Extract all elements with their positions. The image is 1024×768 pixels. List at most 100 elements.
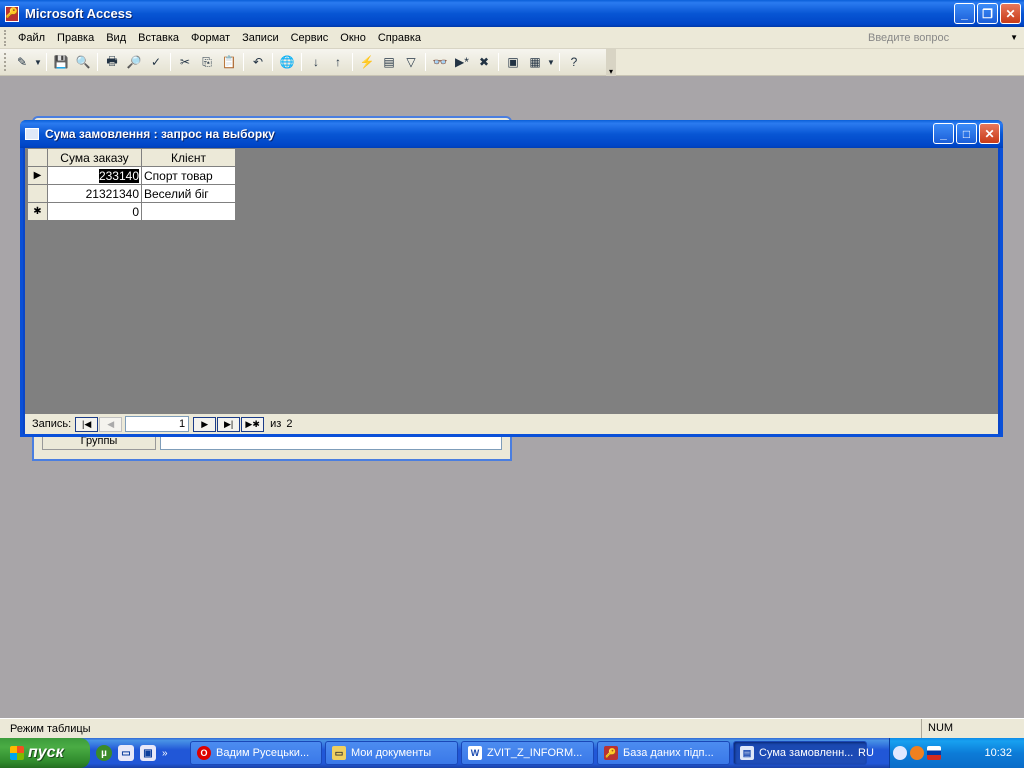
cell-sum[interactable]: 21321340: [47, 184, 142, 203]
new-record-icon[interactable]: ✱: [27, 202, 48, 221]
windows-logo-icon: [10, 746, 24, 760]
menu-help[interactable]: Справка: [372, 28, 427, 48]
query-maximize-button[interactable]: □: [956, 123, 977, 144]
last-record-button[interactable]: ▶|: [217, 416, 241, 432]
system-tray: RU 10:32: [858, 738, 1024, 768]
toolbar-separator: [170, 53, 171, 71]
menu-insert[interactable]: Вставка: [132, 28, 185, 48]
header-row: Сума заказу Клієнт: [27, 148, 236, 167]
menu-edit[interactable]: Правка: [51, 28, 100, 48]
query-titlebar[interactable]: Сума замовлення : запрос на выборку _ □ …: [20, 120, 1003, 148]
table-row: 21321340 Веселий біг: [27, 184, 236, 203]
show-desktop-icon[interactable]: ▣: [140, 745, 156, 761]
taskbar-item-my-documents[interactable]: ▭ Мои документы: [325, 741, 458, 765]
task-label: ZVIT_Z_INFORM...: [487, 747, 583, 759]
restore-button[interactable]: ❐: [977, 3, 998, 24]
print-preview-icon[interactable]: 🔎: [123, 51, 145, 73]
cut-icon[interactable]: ✂: [174, 51, 196, 73]
access-key-icon[interactable]: 🔑: [5, 5, 19, 22]
print-icon[interactable]: 🖶: [101, 51, 123, 73]
close-button[interactable]: ✕: [1000, 3, 1021, 24]
cell-client[interactable]: Спорт товар: [141, 166, 236, 185]
utorrent-icon[interactable]: µ: [96, 745, 112, 761]
task-label: Вадим Русецьки...: [216, 747, 310, 759]
menu-format[interactable]: Формат: [185, 28, 236, 48]
taskbar-item-opera[interactable]: O Вадим Русецьки...: [190, 741, 322, 765]
new-record-nav-button[interactable]: ▶✱: [241, 416, 265, 432]
menu-window[interactable]: Окно: [334, 28, 372, 48]
filter-by-form-icon[interactable]: ▤: [378, 51, 400, 73]
filter-by-selection-icon[interactable]: ⚡: [356, 51, 378, 73]
next-record-button[interactable]: ▶: [193, 416, 217, 432]
query-icon[interactable]: [25, 128, 39, 140]
table-row: ▶ 233140 Спорт товар: [27, 166, 236, 185]
status-mode: Режим таблицы: [10, 722, 91, 735]
cell-sum[interactable]: 233140: [47, 166, 142, 185]
task-label: База даних підп...: [623, 747, 714, 759]
view-design-icon[interactable]: ✎: [11, 51, 33, 73]
start-button[interactable]: пуск: [0, 738, 90, 768]
menu-tools[interactable]: Сервис: [285, 28, 335, 48]
menu-bar: Файл Правка Вид Вставка Формат Записи Се…: [0, 27, 1024, 49]
cell-client[interactable]: Веселий біг: [141, 184, 236, 203]
new-record-row: ✱ 0: [27, 202, 236, 221]
help-question-placeholder: Введите вопрос: [868, 31, 950, 44]
taskbar: пуск µ ▭ ▣ » O Вадим Русецьки... ▭ Мои д…: [0, 738, 1024, 768]
undo-icon[interactable]: ↶: [247, 51, 269, 73]
cell-sum-new[interactable]: 0: [47, 202, 142, 221]
save-icon[interactable]: 💾: [50, 51, 72, 73]
new-object-icon[interactable]: ▦: [524, 51, 546, 73]
task-label: Сума замовленн...: [759, 747, 854, 759]
find-icon[interactable]: 👓: [429, 51, 451, 73]
previous-record-button[interactable]: ◀: [99, 416, 123, 432]
help-icon[interactable]: ?: [563, 51, 585, 73]
record-selector[interactable]: [27, 184, 48, 203]
menu-file[interactable]: Файл: [12, 28, 51, 48]
russian-flag-icon[interactable]: [927, 746, 941, 760]
toolbar-grip[interactable]: [4, 53, 7, 71]
paste-icon[interactable]: 📋: [218, 51, 240, 73]
dropdown-arrow-icon[interactable]: ▼: [33, 51, 43, 73]
explorer-icon[interactable]: ▭: [118, 745, 134, 761]
menu-records[interactable]: Записи: [236, 28, 285, 48]
sort-ascending-icon[interactable]: ↓: [305, 51, 327, 73]
sort-descending-icon[interactable]: ↑: [327, 51, 349, 73]
toolbar-separator: [352, 53, 353, 71]
status-bar: Режим таблицы NUM: [0, 718, 1024, 738]
taskbar-item-word[interactable]: W ZVIT_Z_INFORM...: [461, 741, 594, 765]
hyperlink-icon[interactable]: 🌐: [276, 51, 298, 73]
dropdown-arrow-icon[interactable]: ▼: [546, 51, 556, 73]
start-label: пуск: [28, 744, 64, 761]
query-close-button[interactable]: ✕: [979, 123, 1000, 144]
first-record-button[interactable]: |◀: [75, 416, 99, 432]
taskbar-item-database[interactable]: 🔑 База даних підп...: [597, 741, 730, 765]
file-search-icon[interactable]: 🔍: [72, 51, 94, 73]
record-of-label: из: [270, 418, 282, 430]
current-record-icon[interactable]: ▶: [27, 166, 48, 185]
database-window-icon[interactable]: ▣: [502, 51, 524, 73]
toolbar: ✎ ▼ 💾 🔍 🖶 🔎 ✓ ✂ ⎘ 📋 ↶ 🌐 ↓ ↑ ⚡ ▤ ▽ 👓 ▶* ✖…: [0, 49, 616, 76]
chevron-down-icon[interactable]: ▼: [1010, 33, 1018, 42]
toolbar-options-icon[interactable]: ▾: [606, 49, 616, 76]
record-number-input[interactable]: 1: [125, 416, 190, 432]
chevron-right-icon[interactable]: »: [162, 748, 168, 759]
apply-filter-icon[interactable]: ▽: [400, 51, 422, 73]
toolbar-separator: [272, 53, 273, 71]
minimize-button[interactable]: _: [954, 3, 975, 24]
orange-tray-icon[interactable]: [910, 746, 924, 760]
language-indicator[interactable]: RU: [844, 738, 888, 768]
delete-record-icon[interactable]: ✖: [473, 51, 495, 73]
menubar-grip[interactable]: [4, 29, 8, 46]
new-record-icon[interactable]: ▶*: [451, 51, 473, 73]
cell-client-new[interactable]: [141, 202, 236, 221]
spelling-icon[interactable]: ✓: [145, 51, 167, 73]
back-arrow-icon[interactable]: [893, 746, 907, 760]
copy-icon[interactable]: ⎘: [196, 51, 218, 73]
help-question-box[interactable]: Введите вопрос ▼: [868, 29, 1018, 46]
column-header-client[interactable]: Клієнт: [141, 148, 236, 167]
menu-view[interactable]: Вид: [100, 28, 132, 48]
query-icon: ▤: [740, 746, 754, 760]
select-all-corner[interactable]: [27, 148, 48, 167]
query-minimize-button[interactable]: _: [933, 123, 954, 144]
column-header-sum[interactable]: Сума заказу: [47, 148, 142, 167]
